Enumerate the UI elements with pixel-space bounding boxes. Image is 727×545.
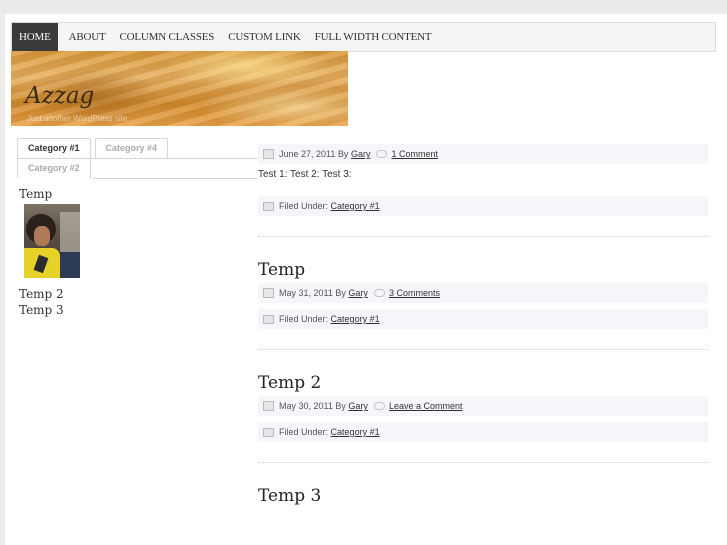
calendar-icon (263, 149, 274, 159)
comment-icon (373, 289, 385, 297)
comment-icon (376, 150, 388, 158)
post-date: June 27, 2011 (279, 149, 336, 159)
post-title[interactable]: Temp 3 (258, 483, 708, 509)
filed-under-label: Filed Under: (279, 427, 329, 437)
calendar-icon (263, 288, 274, 298)
category-link[interactable]: Category #1 (331, 314, 380, 324)
sidebar-post-list: Temp Temp 2 Temp 3 (19, 186, 80, 318)
category-link[interactable]: Category #1 (331, 201, 380, 211)
tab-category-4[interactable]: Category #4 (94, 138, 169, 158)
tab-category-2[interactable]: Category #2 (17, 158, 91, 178)
category-link[interactable]: Category #1 (331, 427, 380, 437)
author-link[interactable]: Gary (351, 149, 371, 159)
post-filed-under: Filed Under: Category #1 (258, 422, 708, 442)
nav-item-column-classes[interactable]: COLUMN CLASSES (112, 23, 221, 51)
nav-item-custom-link[interactable]: CUSTOM LINK (221, 23, 307, 51)
comments-link[interactable]: 1 Comment (391, 149, 438, 159)
post-by: By (337, 149, 349, 159)
post-thumbnail[interactable] (24, 204, 80, 278)
nav-item-about[interactable]: ABOUT (62, 23, 113, 51)
post-filed-under: Filed Under: Category #1 (258, 196, 708, 216)
sidebar-post-link[interactable]: Temp 3 (19, 302, 80, 318)
comment-icon (373, 402, 385, 410)
nav-item-full-width-content[interactable]: FULL WIDTH CONTENT (308, 23, 439, 51)
site-title[interactable]: Azzag (25, 83, 94, 109)
post: Temp 2 May 30, 2011 By Gary Leave a Comm… (258, 370, 708, 442)
nav-item-home[interactable]: HOME (12, 23, 58, 51)
post-meta: May 31, 2011 By Gary 3 Comments (258, 283, 708, 303)
post-excerpt: Test 1: Test 2: Test 3: (258, 169, 352, 180)
header-banner[interactable]: Azzag Just another WordPress site (11, 51, 348, 126)
post-meta: June 27, 2011 By Gary 1 Comment (258, 144, 708, 164)
comments-link[interactable]: Leave a Comment (389, 401, 463, 411)
tab-divider (17, 158, 257, 159)
main-content: June 27, 2011 By Gary 1 Comment Test 1: … (258, 144, 708, 509)
author-link[interactable]: Gary (348, 288, 368, 298)
post-meta: May 30, 2011 By Gary Leave a Comment (258, 396, 708, 416)
sidebar-category-tabs: Category #1 Category #4 Category #2 (17, 138, 257, 179)
post: Temp 3 (258, 483, 708, 509)
page: HOME ABOUT COLUMN CLASSES CUSTOM LINK FU… (5, 14, 727, 545)
filed-under-label: Filed Under: (279, 314, 329, 324)
tab-divider (93, 178, 257, 179)
calendar-icon (263, 401, 274, 411)
post-date: May 30, 2011 (279, 401, 333, 411)
author-link[interactable]: Gary (348, 401, 368, 411)
site-description: Just another WordPress site (27, 114, 128, 123)
post: June 27, 2011 By Gary 1 Comment Test 1: … (258, 144, 708, 216)
folder-icon (263, 201, 274, 211)
post-title[interactable]: Temp 2 (258, 370, 708, 396)
post-by: By (335, 288, 346, 298)
main-nav: HOME ABOUT COLUMN CLASSES CUSTOM LINK FU… (11, 22, 716, 52)
post-by: By (335, 401, 346, 411)
filed-under-label: Filed Under: (279, 201, 329, 211)
post: Temp May 31, 2011 By Gary 3 Comments Fil… (258, 257, 708, 329)
post-filed-under: Filed Under: Category #1 (258, 309, 708, 329)
folder-icon (263, 314, 274, 324)
post-title[interactable]: Temp (258, 257, 708, 283)
comments-link[interactable]: 3 Comments (389, 288, 440, 298)
sidebar-post-link[interactable]: Temp 2 (19, 286, 80, 302)
post-date: May 31, 2011 (279, 288, 333, 298)
sidebar-post-link[interactable]: Temp (19, 186, 80, 202)
tab-category-1[interactable]: Category #1 (17, 138, 91, 158)
folder-icon (263, 427, 274, 437)
